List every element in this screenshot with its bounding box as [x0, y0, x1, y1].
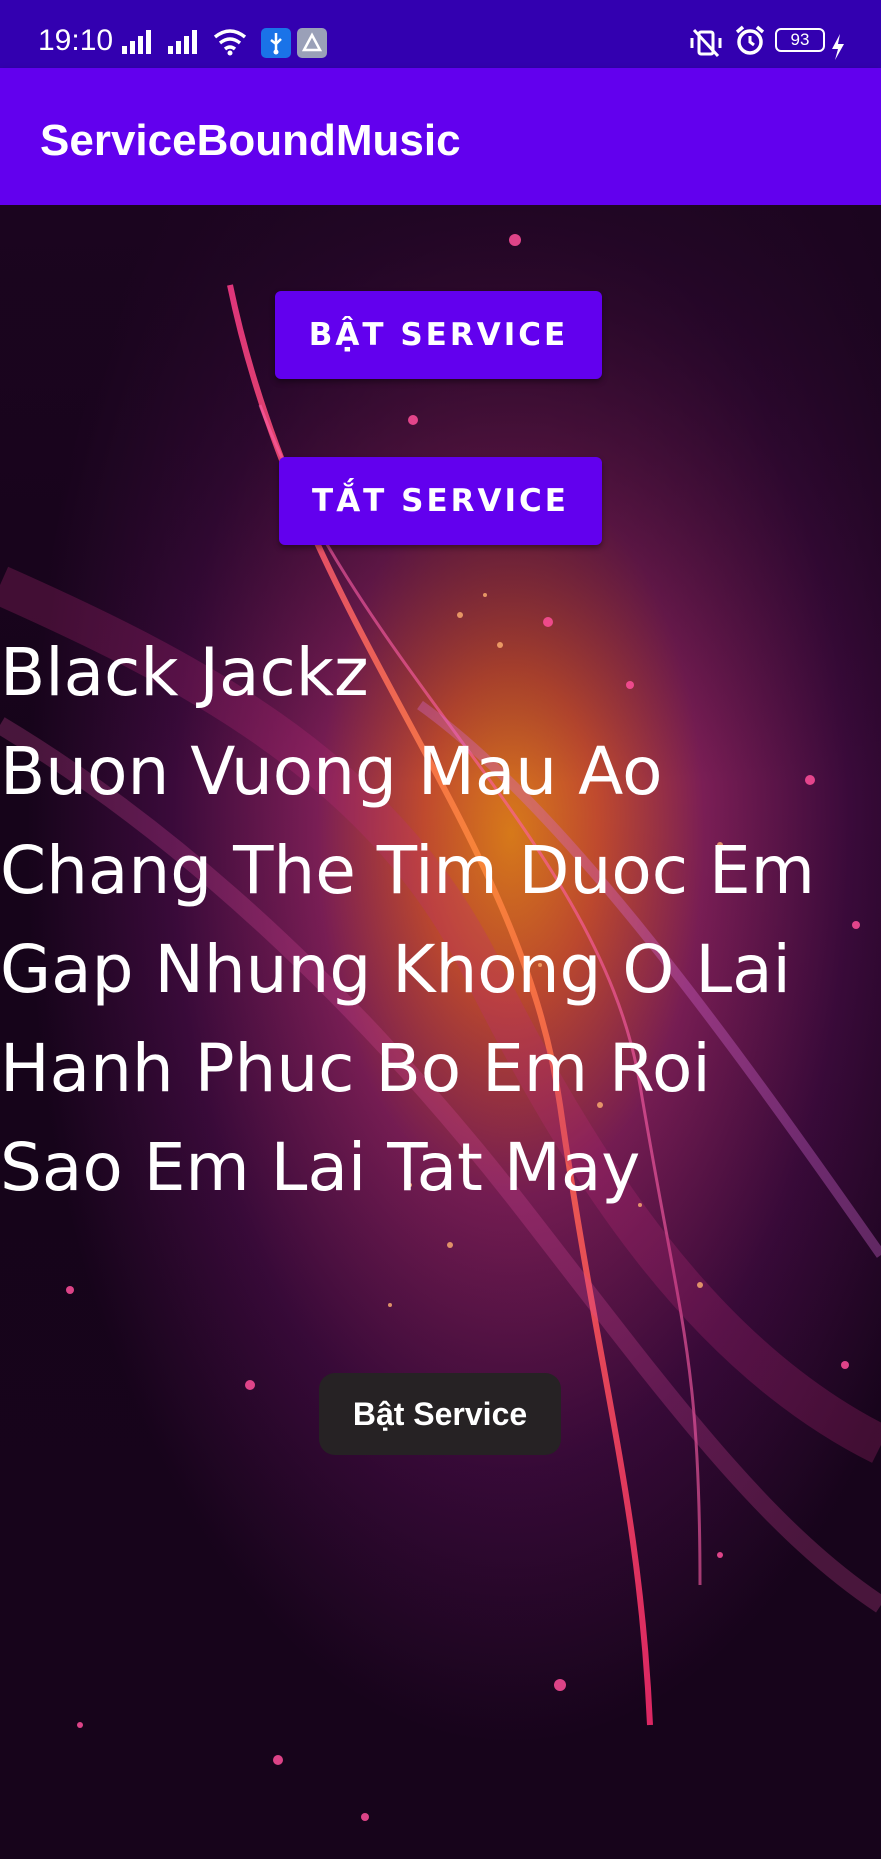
- lyric-line: Hanh Phuc Bo Em Roi: [0, 1030, 711, 1107]
- content-area: BẬT SERVICE TẮT SERVICE Black Jackz Buon…: [0, 205, 881, 1859]
- lyrics-text: Black Jackz Buon Vuong Mau Ao Chang The …: [0, 623, 881, 1217]
- app-bar: ServiceBoundMusic: [0, 68, 881, 205]
- lyric-line: Black Jackz: [0, 634, 369, 711]
- signal-icon: [122, 24, 154, 54]
- lyric-line: Sao Em Lai Tat May: [0, 1129, 641, 1206]
- toast-message: Bật Service: [319, 1373, 561, 1455]
- usb-debug-icon: [261, 28, 291, 58]
- charging-icon: [830, 30, 846, 60]
- status-time: 19:10: [38, 24, 114, 57]
- lyric-line: Gap Nhung Khong O Lai: [0, 931, 791, 1008]
- app-title: ServiceBoundMusic: [40, 116, 461, 165]
- battery-icon: 93: [775, 28, 825, 52]
- signal-icon: [168, 24, 200, 54]
- lyric-line: Chang The Tim Duoc Em: [0, 832, 815, 909]
- vibrate-mute-icon: [688, 28, 724, 58]
- stop-service-button[interactable]: TẮT SERVICE: [279, 457, 602, 545]
- nearby-share-icon: [297, 28, 327, 58]
- lyric-line: Buon Vuong Mau Ao: [0, 733, 663, 810]
- wifi-icon: [213, 26, 247, 56]
- status-bar: 19:10 93: [0, 0, 881, 68]
- alarm-icon: [734, 25, 766, 56]
- start-service-button[interactable]: BẬT SERVICE: [275, 291, 602, 379]
